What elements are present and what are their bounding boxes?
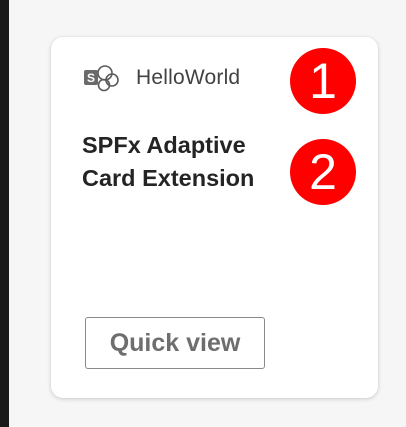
annotation-badge-2: 2 [290, 139, 356, 205]
card-title: SPFx Adaptive Card Extension [82, 132, 255, 191]
svg-text:S: S [87, 71, 95, 85]
quick-view-button[interactable]: Quick view [85, 317, 265, 369]
app-name: HelloWorld [136, 66, 241, 89]
annotation-badge-1: 1 [290, 48, 356, 114]
sharepoint-icon: S [82, 64, 120, 92]
card-header: S HelloWorld [82, 64, 240, 92]
